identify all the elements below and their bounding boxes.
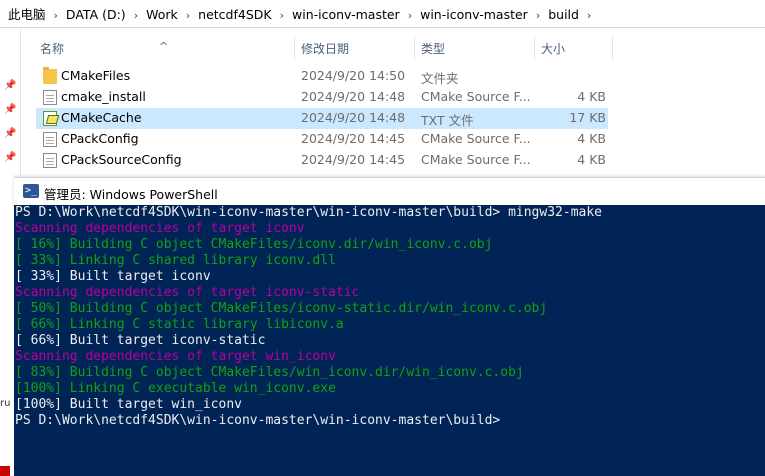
breadcrumb-build[interactable]: build: [542, 3, 585, 27]
file-name: cmake_install: [61, 89, 146, 104]
file-row-cpacksourceconfig[interactable]: CPackSourceConfig 2024/9/20 14:45 CMake …: [36, 150, 608, 171]
prompt-line: PS D:\Work\netcdf4SDK\win-iconv-master\w…: [15, 413, 501, 428]
file-date: 2024/9/20 14:45: [301, 131, 406, 146]
console-line: [ 16%] Building C object CMakeFiles/icon…: [15, 237, 493, 252]
file-type: CMake Source F...: [421, 131, 531, 146]
pin-icon[interactable]: 📌: [4, 104, 16, 115]
text-file-icon: [43, 111, 57, 126]
breadcrumb-win-iconv-master-inner[interactable]: win-iconv-master: [414, 3, 534, 27]
file-date: 2024/9/20 14:48: [301, 110, 406, 125]
title-bar[interactable]: >_ 管理员: Windows PowerShell: [14, 177, 765, 206]
console-line: Scanning dependencies of target iconv-st…: [15, 285, 360, 300]
console-line: [ 33%] Linking C shared library iconv.dl…: [15, 253, 336, 268]
chevron-right-icon[interactable]: ›: [278, 9, 286, 22]
breadcrumb-data-drive[interactable]: DATA (D:): [60, 3, 132, 27]
console-line: [100%] Built target win_iconv: [15, 397, 242, 412]
column-divider[interactable]: [534, 36, 535, 60]
console-line: [ 83%] Building C object CMakeFiles/win_…: [15, 365, 524, 380]
column-header-name[interactable]: 名称: [40, 40, 64, 57]
file-name: CPackConfig: [61, 131, 139, 146]
powershell-window[interactable]: >_ 管理员: Windows PowerShell PS D:\Work\ne…: [14, 177, 765, 476]
file-type: TXT 文件: [421, 113, 474, 128]
file-type: CMake Source F...: [421, 89, 531, 104]
document-icon: [43, 132, 57, 147]
console-line: Scanning dependencies of target iconv: [15, 221, 305, 236]
file-name: CMakeCache: [61, 110, 142, 125]
sort-ascending-icon: ^: [159, 40, 169, 53]
partial-label: ru: [0, 398, 11, 409]
address-bar[interactable]: 此电脑 › DATA (D:) › Work › netcdf4SDK › wi…: [0, 3, 765, 28]
prompt-line: PS D:\Work\netcdf4SDK\win-iconv-master\w…: [15, 205, 602, 220]
chevron-right-icon[interactable]: ›: [534, 9, 542, 22]
chevron-right-icon[interactable]: ›: [585, 9, 593, 22]
file-row-cmakecache[interactable]: CMakeCache 2024/9/20 14:48 TXT 文件 17 KB: [36, 108, 608, 129]
breadcrumb-netcdf4sdk[interactable]: netcdf4SDK: [192, 3, 277, 27]
file-date: 2024/9/20 14:48: [301, 89, 406, 104]
breadcrumb-this-pc[interactable]: 此电脑: [0, 3, 52, 27]
file-date: 2024/9/20 14:50: [301, 68, 406, 83]
console-output[interactable]: PS D:\Work\netcdf4SDK\win-iconv-master\w…: [14, 205, 765, 476]
file-name: CPackSourceConfig: [61, 152, 182, 167]
column-divider[interactable]: [612, 36, 613, 60]
console-line: Scanning dependencies of target win_icon…: [15, 349, 336, 364]
column-divider[interactable]: [294, 36, 295, 60]
file-size: 4 KB: [577, 152, 606, 167]
file-explorer-window: 此电脑 › DATA (D:) › Work › netcdf4SDK › wi…: [0, 0, 765, 176]
powershell-icon: >_: [23, 184, 39, 198]
file-name: CMakeFiles: [61, 68, 131, 83]
console-line: [ 66%] Linking C static library libiconv…: [15, 317, 344, 332]
taskbar-fragment: [0, 466, 10, 476]
document-icon: [43, 90, 57, 105]
chevron-right-icon[interactable]: ›: [406, 9, 414, 22]
file-size: 17 KB: [569, 110, 606, 125]
file-row-cpackconfig[interactable]: CPackConfig 2024/9/20 14:45 CMake Source…: [36, 129, 608, 150]
console-line: [ 33%] Built target iconv: [15, 269, 211, 284]
file-date: 2024/9/20 14:45: [301, 152, 406, 167]
folder-icon: [43, 67, 57, 84]
window-title: 管理员: Windows PowerShell: [44, 187, 218, 202]
file-row-cmake-install[interactable]: cmake_install 2024/9/20 14:48 CMake Sour…: [36, 87, 608, 108]
file-type: 文件夹: [421, 71, 459, 86]
pin-icon[interactable]: 📌: [4, 152, 16, 163]
column-header-size[interactable]: 大小: [541, 40, 565, 57]
pin-icon[interactable]: 📌: [4, 128, 16, 139]
console-line: [ 50%] Building C object CMakeFiles/icon…: [15, 301, 548, 316]
column-header-type[interactable]: 类型: [421, 40, 445, 57]
file-size: 4 KB: [577, 89, 606, 104]
file-row-cmakefiles[interactable]: CMakeFiles 2024/9/20 14:50 文件夹: [36, 66, 608, 87]
pin-icon[interactable]: 📌: [4, 80, 16, 91]
chevron-right-icon[interactable]: ›: [184, 9, 192, 22]
file-type: CMake Source F...: [421, 152, 531, 167]
document-icon: [43, 153, 57, 168]
chevron-right-icon[interactable]: ›: [132, 9, 140, 22]
breadcrumb-work[interactable]: Work: [140, 3, 184, 27]
console-line: [100%] Linking C executable win_iconv.ex…: [15, 381, 336, 396]
file-size: 4 KB: [577, 131, 606, 146]
breadcrumb-win-iconv-master[interactable]: win-iconv-master: [286, 3, 406, 27]
chevron-right-icon[interactable]: ›: [52, 9, 60, 22]
column-divider[interactable]: [414, 36, 415, 60]
column-header-date[interactable]: 修改日期: [301, 40, 349, 57]
column-header: ^ 名称 修改日期 类型 大小: [0, 36, 765, 60]
background-window-edge: ru: [0, 176, 14, 476]
console-line: [ 66%] Built target iconv-static: [15, 333, 266, 348]
